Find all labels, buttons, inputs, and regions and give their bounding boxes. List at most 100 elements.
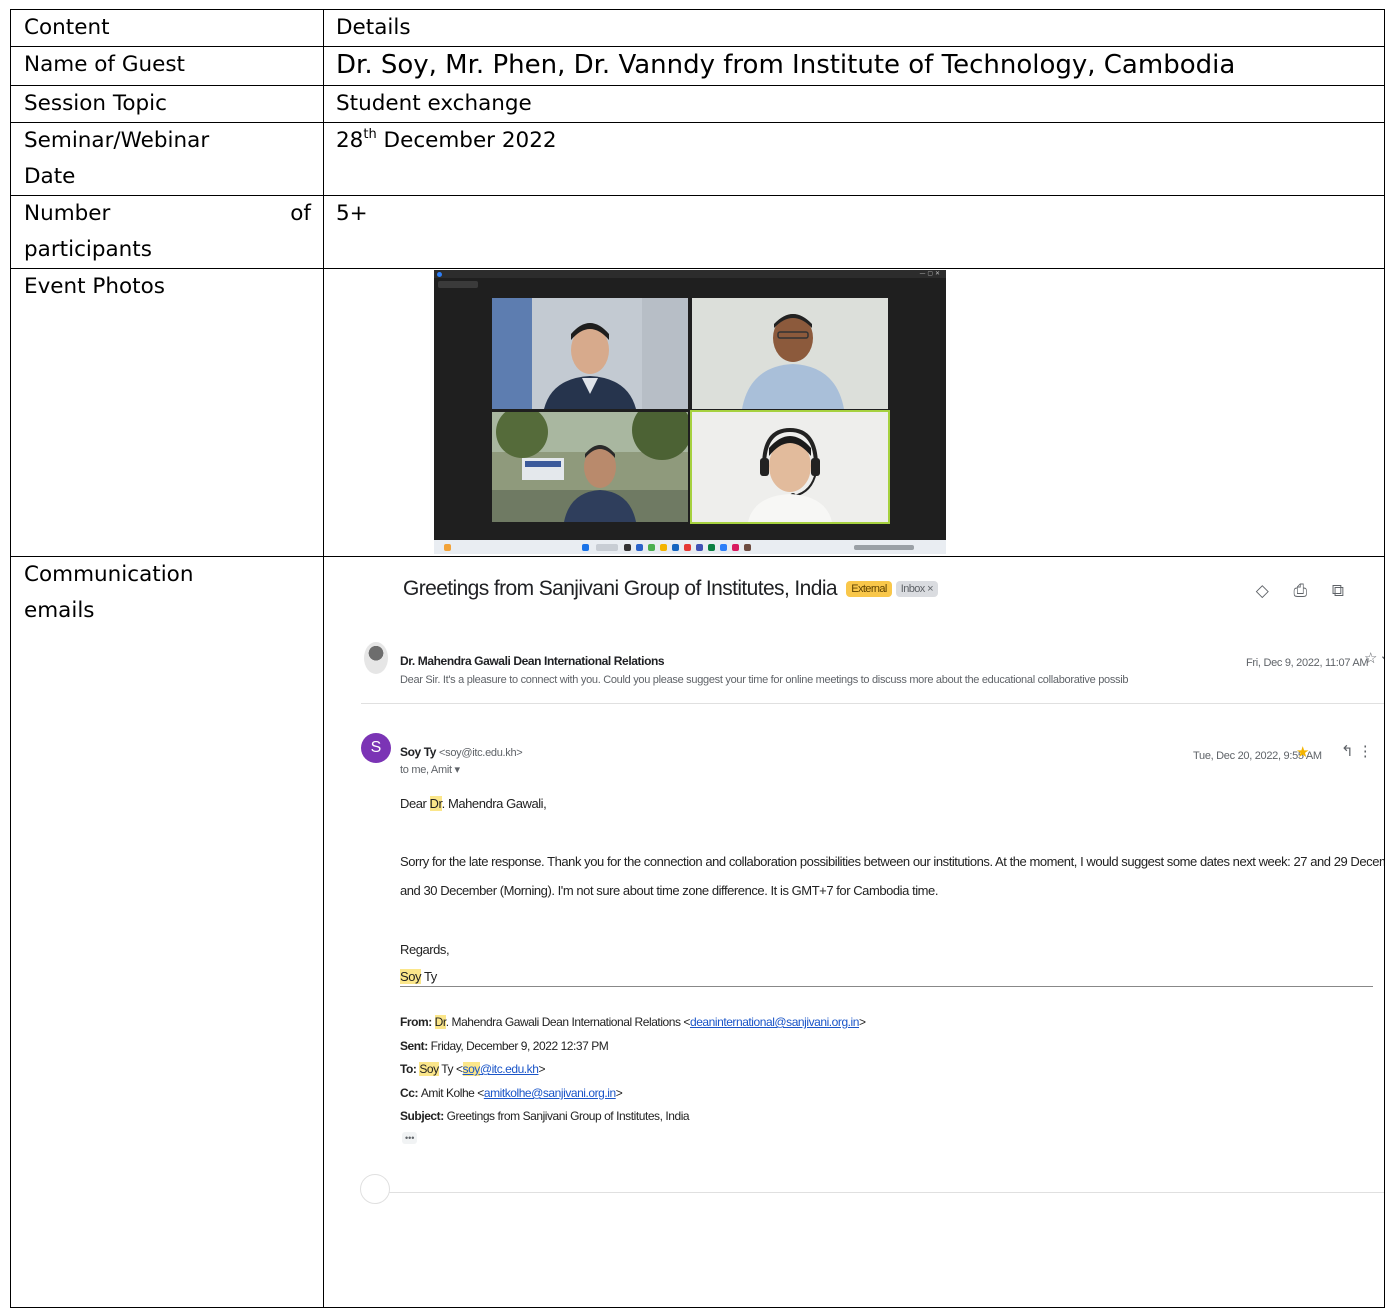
from-label: From:: [400, 1015, 435, 1029]
header-content: Content: [24, 15, 110, 40]
label-cell: Session Topic: [10, 85, 324, 123]
value-cell: Student exchange: [323, 85, 1385, 123]
avatar: S: [361, 733, 391, 763]
app-icon: [672, 544, 679, 551]
edge-icon: [636, 544, 643, 551]
value-cell: 5+: [323, 195, 1385, 269]
divider: [361, 703, 1384, 704]
inbox-chip: Inbox ×: [895, 581, 938, 597]
to-email-link[interactable]: soy@itc.edu.kh: [462, 1062, 539, 1076]
to-email-hl: soy: [462, 1062, 480, 1076]
msg2-to[interactable]: to me, Amit ▾: [400, 752, 460, 788]
video-tile-participant-1: [492, 298, 688, 409]
value-cell: Dr. Soy, Mr. Phen, Dr. Vanndy from Insti…: [323, 46, 1385, 86]
email-subject-text: Greetings from Sanjivani Group of Instit…: [403, 577, 838, 600]
participants-label-line1: Number of: [24, 196, 311, 232]
date-day-suffix: th: [363, 127, 377, 142]
view-toggle: [438, 281, 478, 288]
start-icon: [582, 544, 589, 551]
guest-value: Dr. Soy, Mr. Phen, Dr. Vanndy from Insti…: [336, 50, 1236, 80]
emails-label-line1: Communication: [24, 562, 194, 587]
chrome-icon: [648, 544, 655, 551]
zoom-taskbar-icon: [720, 544, 727, 551]
header-details-cell: Details: [323, 9, 1385, 47]
msg1-date: Fri, Dec 9, 2022, 11:07 AM: [1246, 657, 1369, 669]
msg2-greeting: Dear Dr. Mahendra Gawali,: [400, 786, 547, 822]
date-rest: December 2022: [376, 128, 557, 153]
participants-value: 5+: [336, 201, 368, 226]
topic-value: Student exchange: [336, 91, 532, 116]
label-cell: Event Photos: [10, 268, 324, 557]
sig-hl: Soy: [400, 969, 422, 984]
email-screenshot: Greetings from Sanjivani Group of Instit…: [336, 557, 1384, 1307]
greeting-hl: Dr: [429, 796, 442, 811]
table-row: Communication emails Greetings from Sanj…: [10, 556, 1385, 1308]
avatar: [360, 1174, 390, 1204]
app-icon: [732, 544, 739, 551]
to-email-rest: @itc.edu.kh: [479, 1062, 539, 1076]
subject-value: Greetings from Sanjivani Group of Instit…: [446, 1109, 690, 1123]
system-tray-icon: [854, 545, 914, 550]
to-rest: Ty <: [438, 1062, 463, 1076]
app-icon: [708, 544, 715, 551]
table-row: Name of Guest Dr. Soy, Mr. Phen, Dr. Van…: [10, 46, 1385, 86]
sig-rest: Ty: [421, 969, 437, 984]
from-close: >: [859, 1015, 866, 1029]
weather-icon: [444, 544, 451, 551]
avatar: [364, 642, 388, 674]
table-row: Session Topic Student exchange: [10, 85, 1385, 123]
from-hl: Dr: [434, 1015, 446, 1029]
to-hl: Soy: [419, 1062, 439, 1076]
zoom-app-icon: [437, 272, 442, 277]
topic-label: Session Topic: [24, 91, 167, 116]
label-cell: Name of Guest: [10, 46, 324, 86]
app-icon: [744, 544, 751, 551]
taskview-icon: [624, 544, 631, 551]
app-icon: [684, 544, 691, 551]
windows-taskbar: [434, 540, 946, 554]
explorer-icon: [660, 544, 667, 551]
header-content-cell: Content: [10, 9, 324, 47]
table-header-row: Content Details: [10, 9, 1385, 47]
to-label: To:: [400, 1062, 420, 1076]
participants-label-word2: of: [290, 201, 311, 226]
external-chip: External: [846, 581, 892, 597]
greeting-post: . Mahendra Gawali,: [441, 796, 547, 811]
table-row: Number of participants 5+: [10, 195, 1385, 269]
quote-divider: [400, 986, 1373, 987]
participants-label-line2: participants: [24, 237, 152, 262]
video-tile-participant-3: [492, 412, 688, 522]
to-close: >: [538, 1062, 546, 1076]
participants-label-word1: Number: [24, 201, 111, 226]
header-details: Details: [336, 15, 411, 40]
subject-label: Subject:: [400, 1109, 447, 1123]
date-day: 28: [336, 128, 364, 153]
video-tile-participant-4: [690, 410, 890, 524]
video-tile-participant-2: [692, 298, 888, 409]
show-trimmed-button[interactable]: •••: [402, 1132, 418, 1144]
from-rest: . Mahendra Gawali Dean International Rel…: [445, 1015, 691, 1029]
star-icon[interactable]: ★: [1296, 735, 1309, 771]
msg1-preview: Dear Sir. It's a pleasure to connect wit…: [400, 674, 1129, 686]
reply-icon[interactable]: ↰ ⋮: [1341, 734, 1373, 770]
photo-cell: — ▢ ✕: [323, 268, 1385, 557]
emails-label-line2: emails: [24, 598, 95, 623]
date-label-line2: Date: [24, 164, 76, 189]
report-table: Content Details Name of Guest Dr. Soy, M…: [10, 9, 1385, 1308]
search-icon: [596, 544, 618, 551]
msg2-signature: Soy Ty: [400, 959, 437, 995]
label-cell: Number of participants: [10, 195, 324, 269]
email-toolbar-icons[interactable]: ◇ ⎙ ⧉: [1256, 573, 1354, 609]
window-titlebar: — ▢ ✕: [434, 270, 946, 278]
msg2-body-line2: and 30 December (Morning). I'm not sure …: [400, 883, 938, 898]
label-cell: Communication emails: [10, 556, 324, 1308]
app-icon: [696, 544, 703, 551]
msg1-star-icon[interactable]: ☆ ↶: [1364, 641, 1384, 677]
label-cell: Seminar/Webinar Date: [10, 122, 324, 196]
event-photo: — ▢ ✕: [434, 270, 946, 554]
email-subject: Greetings from Sanjivani Group of Instit…: [403, 571, 938, 607]
from-email-link[interactable]: deaninternational@sanjivani.org.in: [690, 1015, 859, 1029]
table-row: Seminar/Webinar Date 28th December 2022: [10, 122, 1385, 196]
email-cell: Greetings from Sanjivani Group of Instit…: [323, 556, 1385, 1308]
guest-label: Name of Guest: [24, 52, 185, 77]
